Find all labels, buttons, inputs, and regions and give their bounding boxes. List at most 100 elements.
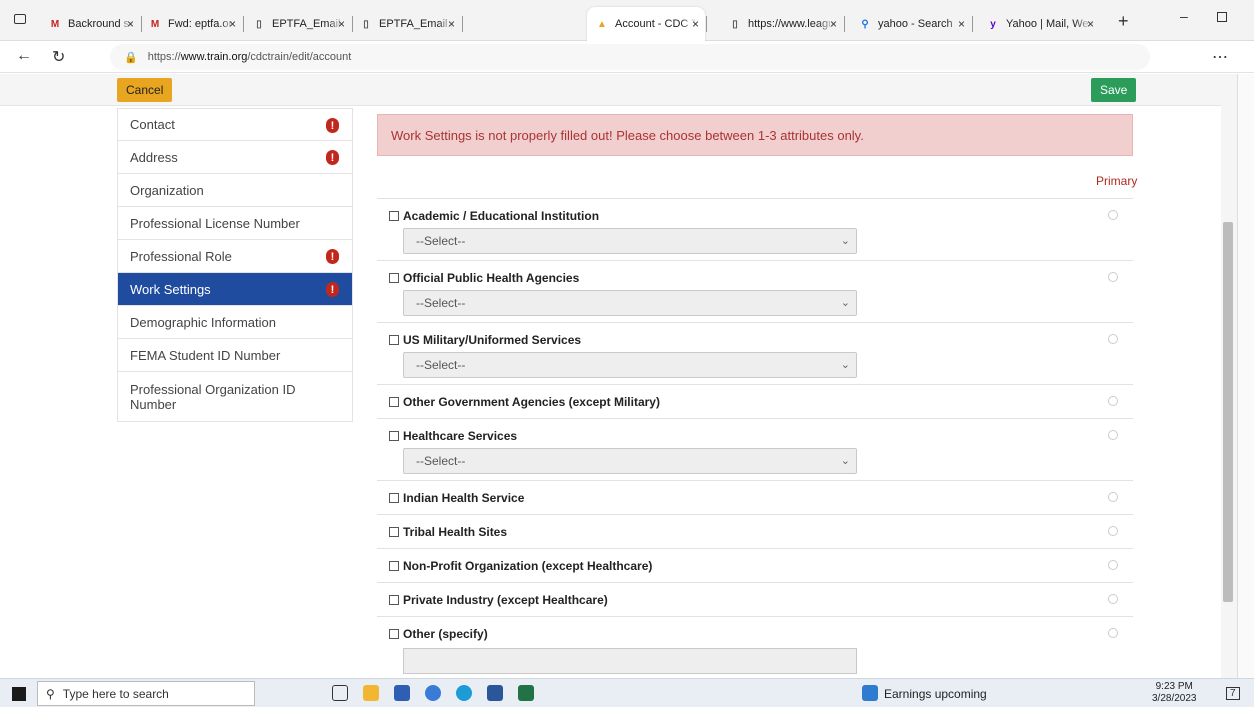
work-setting-row: US Military/Uniformed Services --Select--… — [377, 323, 1133, 385]
store-icon[interactable] — [394, 685, 410, 701]
word-icon[interactable] — [487, 685, 503, 701]
work-setting-checkbox[interactable] — [389, 629, 399, 639]
primary-radio[interactable] — [1108, 334, 1118, 344]
url-path: /cdctrain/edit/account — [247, 51, 352, 63]
work-setting-checkbox[interactable] — [389, 595, 399, 605]
task-view-icon[interactable] — [332, 685, 348, 701]
primary-radio[interactable] — [1108, 210, 1118, 220]
work-setting-select[interactable]: --Select-- ⌄ — [403, 290, 857, 316]
other-specify-input[interactable] — [403, 648, 857, 674]
work-setting-checkbox[interactable] — [389, 335, 399, 345]
sidebar-item[interactable]: Professional License Number — [117, 207, 353, 240]
primary-radio[interactable] — [1108, 396, 1118, 406]
refresh-icon[interactable]: ↻ — [52, 47, 65, 67]
work-setting-checkbox[interactable] — [389, 431, 399, 441]
tab-separator — [462, 16, 463, 32]
work-setting-checkbox[interactable] — [389, 493, 399, 503]
work-setting-checkbox[interactable] — [389, 211, 399, 221]
new-tab-button[interactable]: + — [1118, 11, 1129, 32]
excel-icon[interactable] — [518, 685, 534, 701]
close-tab-icon[interactable]: × — [229, 17, 236, 31]
work-setting-text: Official Public Health Agencies — [403, 271, 580, 285]
sidebar-item[interactable]: Contact! — [117, 108, 353, 141]
work-setting-select[interactable]: --Select-- ⌄ — [403, 352, 857, 378]
minimize-button[interactable]: – — [1180, 8, 1188, 24]
close-tab-icon[interactable]: × — [1087, 17, 1094, 31]
notification-badge[interactable]: 7 — [1226, 687, 1240, 700]
sidebar-item[interactable]: FEMA Student ID Number — [117, 339, 353, 372]
primary-radio[interactable] — [1108, 560, 1118, 570]
news-widget-label[interactable]: Earnings upcoming — [884, 687, 987, 701]
primary-radio[interactable] — [1108, 430, 1118, 440]
work-setting-label: Private Industry (except Healthcare) — [389, 592, 1133, 608]
tab-title: Backround screen — [68, 18, 132, 30]
scrollbar-thumb[interactable] — [1223, 222, 1233, 602]
sidebar-item[interactable]: Professional Role! — [117, 240, 353, 273]
back-icon[interactable]: ← — [16, 47, 32, 65]
select-value: --Select-- — [416, 454, 466, 468]
browser-tab[interactable]: ▲ Account - CDC TR × — [587, 7, 705, 41]
close-tab-icon[interactable]: × — [692, 17, 699, 31]
browser-tab-strip: MBackround screen×MFwd: eptfa.org -×▯EPT… — [0, 0, 1254, 41]
sidebar-item[interactable]: Address! — [117, 141, 353, 174]
error-alert: Work Settings is not properly filled out… — [377, 114, 1133, 156]
cancel-button[interactable]: Cancel — [117, 78, 173, 102]
sidebar-item-label: Address — [130, 149, 178, 165]
work-setting-select[interactable]: --Select-- ⌄ — [403, 448, 857, 474]
work-setting-row: Private Industry (except Healthcare) — [377, 583, 1133, 617]
search-icon: ⚲ — [861, 18, 869, 30]
select-value: --Select-- — [416, 296, 466, 310]
work-setting-label: Official Public Health Agencies — [389, 270, 1133, 286]
primary-radio[interactable] — [1108, 526, 1118, 536]
chevron-down-icon: ⌄ — [840, 455, 850, 467]
work-setting-row: Non-Profit Organization (except Healthca… — [377, 549, 1133, 583]
news-widget-icon[interactable] — [862, 685, 878, 701]
work-setting-checkbox[interactable] — [389, 561, 399, 571]
sidebar-item-label: FEMA Student ID Number — [130, 347, 281, 363]
browser-tab[interactable]: ▯ https://www.leagu × — [720, 7, 843, 41]
menu-icon[interactable]: ⋯ — [1212, 47, 1228, 67]
close-tab-icon[interactable]: × — [338, 17, 345, 31]
browser-tab[interactable]: M Backround screen× — [40, 7, 140, 41]
warning-icon: ! — [326, 118, 339, 133]
tab-separator — [972, 16, 973, 32]
sidebar-item[interactable]: Organization — [117, 174, 353, 207]
file-explorer-icon[interactable] — [363, 685, 379, 701]
primary-radio[interactable] — [1108, 272, 1118, 282]
work-setting-select[interactable]: --Select-- ⌄ — [403, 228, 857, 254]
save-button[interactable]: Save — [1091, 78, 1137, 102]
sidebar-item[interactable]: Demographic Information — [117, 306, 353, 339]
page-scrollbar[interactable] — [1221, 74, 1237, 678]
maximize-button[interactable] — [1217, 12, 1227, 22]
system-clock[interactable]: 9:23 PM 3/28/2023 — [1152, 681, 1197, 705]
browser-tab[interactable]: M Fwd: eptfa.org -× — [140, 7, 242, 41]
browser-tab[interactable]: y Yahoo | Mail, Wea × — [978, 7, 1100, 41]
sidebar-item-label: Organization — [130, 182, 204, 198]
work-setting-checkbox[interactable] — [389, 397, 399, 407]
work-setting-text: Non-Profit Organization (except Healthca… — [403, 559, 653, 573]
windows-start-icon[interactable] — [12, 687, 26, 701]
tab-title: https://www.leagu — [748, 18, 835, 30]
browser-tab[interactable]: ▯ EPTFA_Email.pdf× — [244, 7, 351, 41]
primary-radio[interactable] — [1108, 594, 1118, 604]
browser-tab[interactable]: ⚲ yahoo - Search × — [850, 7, 971, 41]
close-tab-icon[interactable]: × — [830, 17, 837, 31]
taskbar-search[interactable]: ⚲ Type here to search — [37, 681, 255, 706]
tab-title: yahoo - Search — [878, 18, 953, 30]
primary-radio[interactable] — [1108, 628, 1118, 638]
edge-icon[interactable] — [456, 685, 472, 701]
primary-radio[interactable] — [1108, 492, 1118, 502]
work-setting-checkbox[interactable] — [389, 527, 399, 537]
work-setting-checkbox[interactable] — [389, 273, 399, 283]
tab-actions-icon[interactable] — [14, 14, 26, 24]
sidebar-item[interactable]: Work Settings! — [117, 273, 353, 306]
close-tab-icon[interactable]: × — [448, 17, 455, 31]
work-setting-row: Official Public Health Agencies --Select-… — [377, 261, 1133, 323]
browser-icon[interactable] — [425, 685, 441, 701]
url-field[interactable]: 🔒 https://www.train.org/cdctrain/edit/ac… — [110, 44, 1150, 70]
close-tab-icon[interactable]: × — [958, 17, 965, 31]
browser-tab[interactable]: ▯ EPTFA_Email.pdf× — [351, 7, 461, 41]
tab-title: Yahoo | Mail, Wea — [1006, 18, 1092, 30]
close-tab-icon[interactable]: × — [127, 17, 134, 31]
sidebar-item[interactable]: Professional Organization ID Number — [117, 372, 353, 422]
